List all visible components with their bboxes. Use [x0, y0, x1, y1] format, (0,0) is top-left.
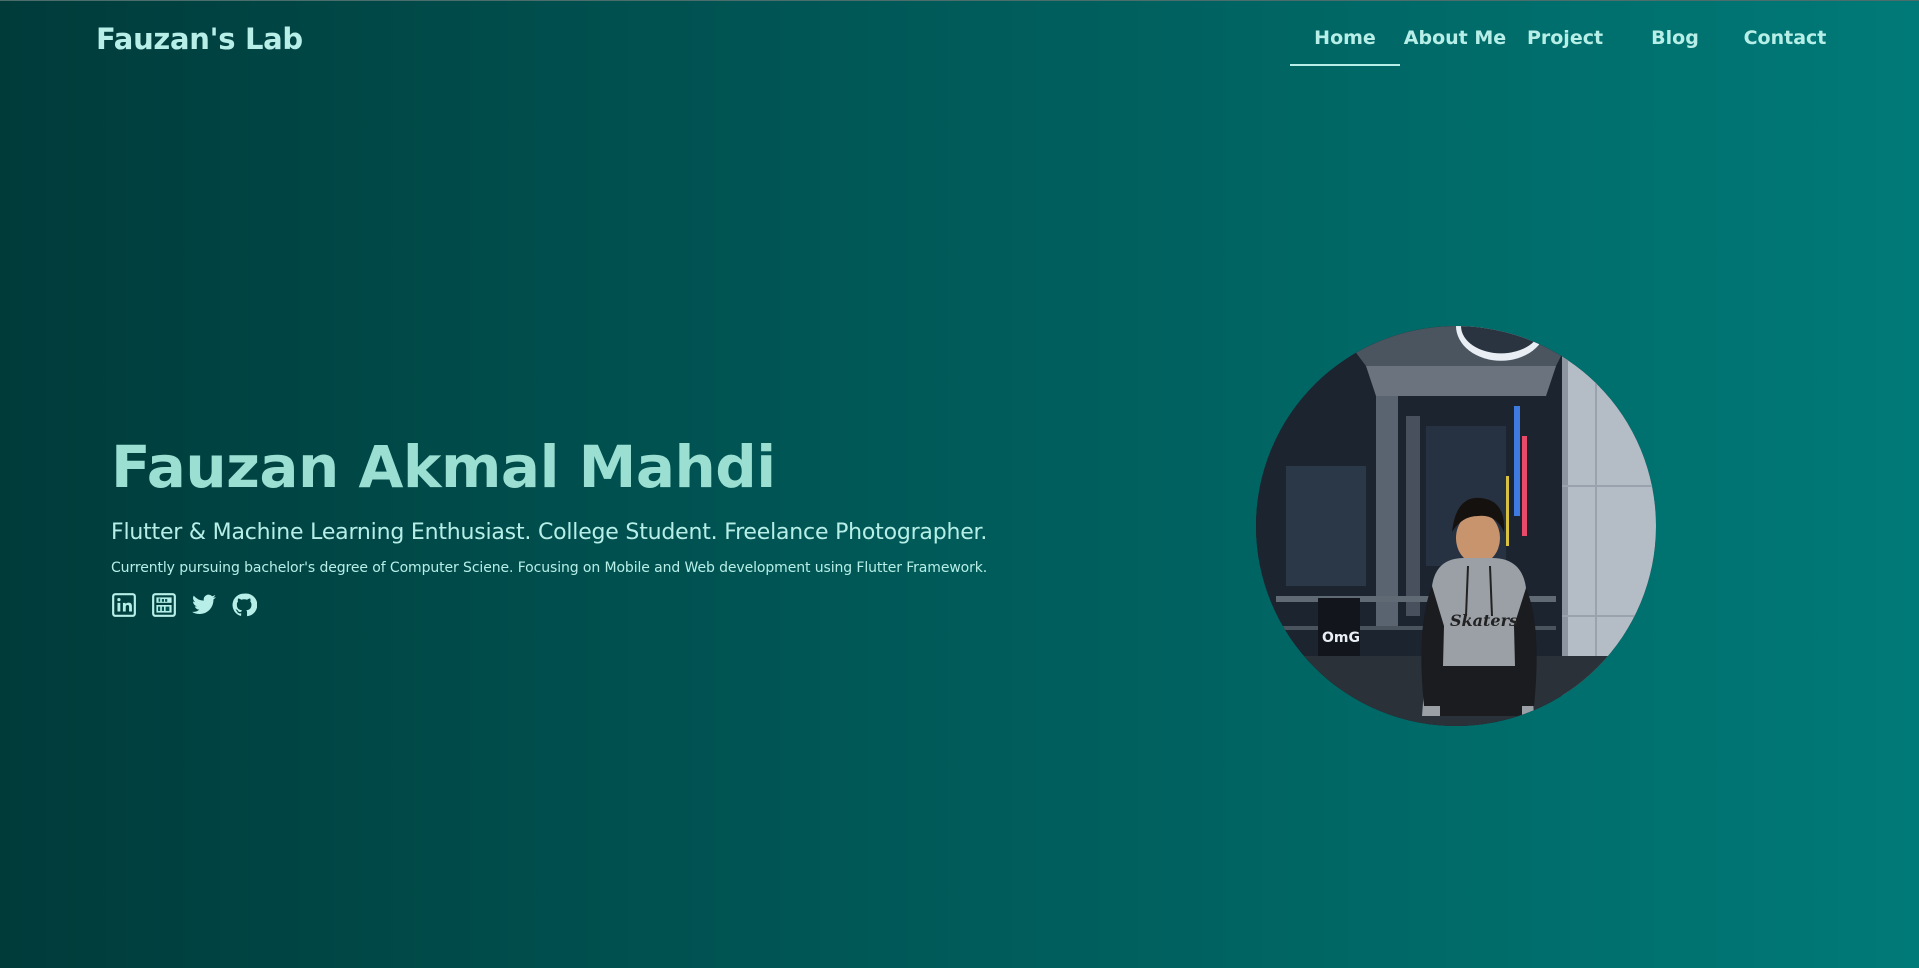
nav-contact-label: Contact	[1743, 27, 1827, 49]
hero-name: Fauzan Akmal Mahdi	[111, 433, 776, 501]
social-links	[111, 592, 987, 618]
profile-photo: OmG Skaters	[1256, 326, 1656, 726]
site-header: Fauzan's Lab Home About Me Project Blog …	[0, 0, 1919, 80]
nav-blog[interactable]: Blog	[1620, 0, 1730, 68]
svg-text:Skaters: Skaters	[1450, 611, 1518, 630]
github-icon[interactable]	[231, 592, 257, 618]
nav-blog-label: Blog	[1651, 27, 1699, 49]
active-nav-indicator	[1290, 64, 1400, 66]
main-nav: Home About Me Project Blog Contact	[1290, 0, 1840, 68]
twitter-icon[interactable]	[191, 592, 217, 618]
brand-logo[interactable]: Fauzan's Lab	[96, 22, 303, 56]
linkedin-icon[interactable]	[111, 592, 137, 618]
svg-text:OmG: OmG	[1322, 630, 1360, 646]
youtube-icon[interactable]	[151, 592, 177, 618]
hero-section: Fauzan Akmal Mahdi Flutter & Machine Lea…	[111, 432, 987, 618]
hero-tagline: Flutter & Machine Learning Enthusiast. C…	[111, 520, 988, 545]
nav-contact[interactable]: Contact	[1730, 0, 1840, 68]
nav-project[interactable]: Project	[1510, 0, 1620, 68]
nav-home[interactable]: Home	[1290, 0, 1400, 68]
hero-description: Currently pursuing bachelor's degree of …	[111, 560, 988, 576]
nav-project-label: Project	[1526, 27, 1604, 49]
nav-home-label: Home	[1314, 27, 1376, 49]
nav-about-me-label: About Me	[1403, 27, 1507, 49]
nav-about-me[interactable]: About Me	[1400, 0, 1510, 68]
